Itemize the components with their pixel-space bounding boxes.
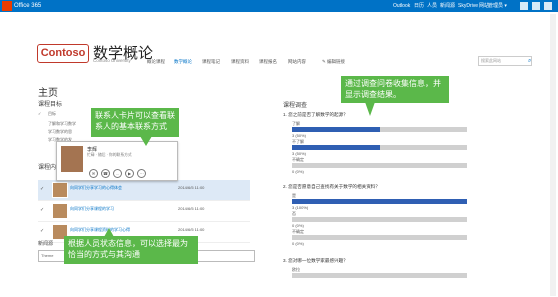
check-icon[interactable]: ✓ [40,207,44,213]
result-bar [292,235,467,240]
result-bar [292,145,467,150]
help-icon[interactable] [532,2,540,10]
option-count: 0 (0%) [292,169,304,174]
callout-status: 根据人员状态信息，可以选择最为恰当的方式与其沟通 [64,236,198,264]
poll-heading: 课程调查 [283,103,308,109]
topnav-item[interactable]: 课程报名 [259,59,277,65]
contact-card[interactable]: 李辉 忙碌 · 随后 · 你的联系方式 ✉ ☎ … ▶ ⋯ [56,141,178,181]
goal-item: 了解和学习数学 [48,121,76,126]
feedback-label: 新闻源 [38,241,54,247]
contact-photo [61,146,83,172]
table-row[interactable]: ✓ 向同学们分享学习的心得体会 2014/6/5 11:00 [38,180,250,201]
site-logo[interactable]: Contoso [37,44,89,63]
nav-skydrive[interactable]: SkyDrive [458,1,478,11]
result-bar-fill [292,145,380,150]
result-bar [292,273,467,278]
nav-calendar[interactable]: 日历 [414,1,424,11]
topnav-item-active[interactable]: 数学概论 [174,59,192,65]
row-date: 2014/6/5 11:00 [178,206,205,211]
search-icon[interactable]: ⌕ [528,56,536,66]
office-top-bar: Office 365 Outlook 日历 人员 新闻源 SkyDrive 网站… [0,0,558,12]
goal-item: 目标 [48,111,56,116]
result-bar [292,217,467,222]
poll-question: 1. 您之前是否了解数学的起源？ [283,112,348,117]
contact-status: 忙碌 · 随后 · 你的联系方式 [87,153,132,157]
row-date: 2014/6/5 11:00 [178,227,205,232]
callout-contact-card: 联系人卡片可以查看联系人的基本联系方式 [91,108,179,137]
newsfeed-placeholder: Theme [41,253,54,258]
topnav-item[interactable]: 课程笔记 [202,59,220,65]
avatar[interactable] [52,203,68,219]
result-bar-fill [292,127,380,132]
course-content-heading: 课程内 [38,165,57,171]
topnav-item[interactable]: 网站内容 [288,59,306,65]
video-icon[interactable]: ▶ [125,169,134,178]
callout-pointer [104,228,114,237]
course-goals-heading: 课程目标 [38,102,63,108]
topnav-item[interactable]: 概论课程 [147,59,165,65]
mail-icon[interactable]: ✉ [89,169,98,178]
search-input[interactable]: 搜索此网站 [478,56,532,66]
poll-question: 3. 您对哪一位数学家最感兴趣？ [283,258,348,263]
avatar[interactable] [52,182,68,198]
nav-newsfeed[interactable]: 新闻源 [440,1,455,11]
chat-icon[interactable]: … [113,169,122,178]
poll-question: 2. 您是否愿意自己查找有关于数学的相关资料？ [283,184,380,189]
row-title[interactable]: 向同学们分享课程的学习 [70,206,114,212]
check-icon: ✓ [38,111,42,116]
result-bar [292,199,467,204]
contact-name: 李辉 [87,147,98,153]
user-menu[interactable]: 管理员 ▾ [488,1,507,11]
office-logo-icon[interactable] [2,1,12,11]
home-heading: 主页 [38,88,58,99]
gear-icon[interactable] [520,2,528,10]
more-icon[interactable]: ⋯ [137,169,146,178]
phone-icon[interactable]: ☎ [101,169,110,178]
callout-pointer [365,102,375,116]
option-count: 0 (0%) [292,241,304,246]
row-title[interactable]: 向同学们分享学习的心得体会 [70,185,122,191]
callout-poll: 通过调查问卷收集信息，并显示调查结果。 [341,76,449,103]
edit-links[interactable]: ✎ 编辑链接 [322,59,345,65]
result-bar [292,163,467,168]
result-bar [292,127,467,132]
avatar[interactable] [544,2,552,10]
option-count: 3 (100%) [292,205,309,210]
site-subtitle: Contoso University [93,58,131,63]
option-count: 3 (50%) [292,133,307,138]
callout-pointer [140,136,152,146]
option-count: 0 (0%) [292,223,304,228]
nav-outlook[interactable]: Outlook [393,1,410,11]
scrollbar[interactable] [550,14,556,296]
option-count: 3 (50%) [292,151,307,156]
check-icon[interactable]: ✓ [40,228,44,234]
topnav-item[interactable]: 课程资料 [231,59,249,65]
nav-people[interactable]: 人员 [427,1,437,11]
goal-item: 学习数学的思 [48,129,72,134]
edit-links-label: 编辑链接 [327,59,346,64]
check-icon[interactable]: ✓ [40,186,44,192]
app-name[interactable]: Office 365 [14,1,41,11]
result-bar-fill [292,199,467,204]
row-date: 2014/6/5 11:00 [178,185,205,190]
table-row[interactable]: ✓ 向同学们分享课程的学习 2014/6/5 11:00 [38,201,250,222]
row-title[interactable]: 向同学们分享课程资料的学习心得 [70,227,130,233]
